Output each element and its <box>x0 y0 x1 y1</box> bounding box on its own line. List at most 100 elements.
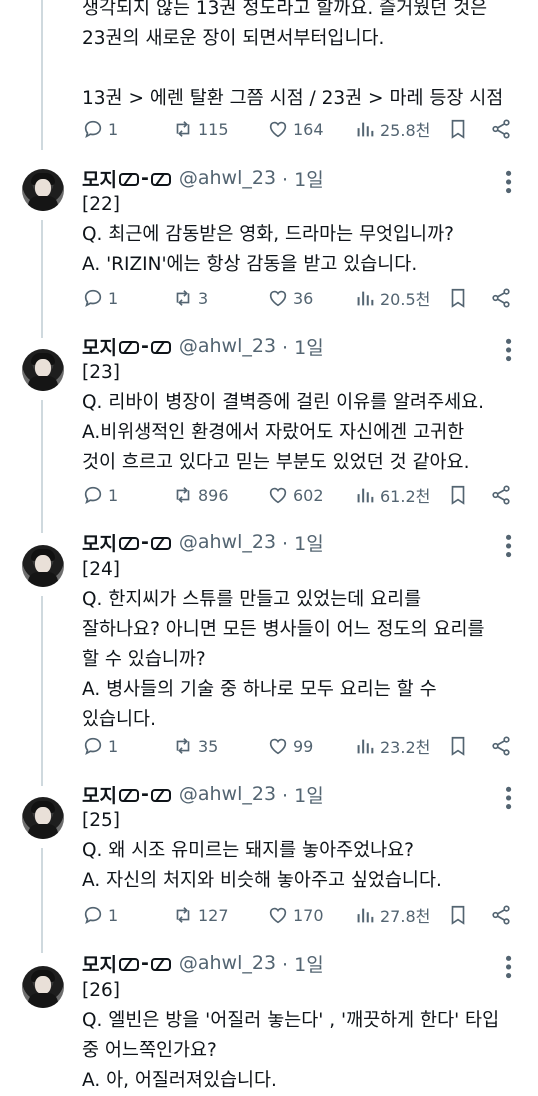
display-name[interactable]: 모지 <box>82 950 117 977</box>
badge-icon <box>150 536 171 550</box>
share-icon <box>492 288 510 308</box>
bookmark-icon <box>451 905 465 925</box>
retweet-icon <box>176 487 190 503</box>
timestamp[interactable]: · 1일 <box>282 950 324 977</box>
bookmark-button[interactable] <box>447 731 469 761</box>
share-button[interactable] <box>490 114 512 144</box>
view-count: 23.2천 <box>380 738 431 757</box>
bookmark-icon <box>451 485 465 505</box>
bookmark-icon <box>451 736 465 756</box>
tweet-text: [22] Q. 최근에 감동받은 영화, 드라마는 무엇입니까? A. 'RIZ… <box>82 194 454 275</box>
thread-line <box>41 220 43 338</box>
retweet-button[interactable]: 127 <box>172 900 229 930</box>
retweet-button[interactable]: 3 <box>172 283 208 313</box>
share-icon <box>492 485 510 505</box>
thread-line <box>41 0 43 150</box>
badge-icon <box>150 172 171 186</box>
tweet-header: 모지 - @ahwl_23 · 1일 <box>82 165 324 191</box>
timestamp[interactable]: · 1일 <box>282 333 324 360</box>
like-button[interactable]: 164 <box>267 114 324 144</box>
retweet-icon <box>176 290 190 306</box>
avatar[interactable] <box>22 545 64 587</box>
views-button[interactable]: 20.5천 <box>354 283 430 313</box>
reply-count: 1 <box>108 288 119 308</box>
badge-icon <box>118 788 139 802</box>
bookmark-button[interactable] <box>447 283 469 313</box>
user-handle[interactable]: @ahwl_23 <box>179 783 276 805</box>
tweet-header: 모지 - @ahwl_23 · 1일 <box>82 950 324 976</box>
avatar[interactable] <box>22 349 64 391</box>
badge-icon <box>118 536 139 550</box>
bookmark-button[interactable] <box>447 480 469 510</box>
reply-button[interactable]: 1 <box>82 900 118 930</box>
views-button[interactable]: 23.2천 <box>354 731 430 761</box>
views-button[interactable]: 25.8천 <box>354 114 430 144</box>
display-name[interactable]: 모지 <box>82 781 117 808</box>
display-name[interactable]: 모지 <box>82 333 117 360</box>
share-button[interactable] <box>490 480 512 510</box>
like-button[interactable]: 170 <box>267 900 324 930</box>
retweet-icon <box>176 121 190 137</box>
timestamp[interactable]: · 1일 <box>282 781 324 808</box>
like-count: 36 <box>293 288 314 308</box>
avatar[interactable] <box>22 169 64 211</box>
badge-icon <box>118 340 139 354</box>
reply-count: 1 <box>108 485 119 505</box>
badge-separator: - <box>140 783 149 805</box>
reply-count: 1 <box>108 736 119 756</box>
retweet-button[interactable]: 115 <box>172 114 229 144</box>
retweet-count: 35 <box>198 736 219 756</box>
bookmark-button[interactable] <box>447 900 469 930</box>
reply-icon <box>84 906 102 925</box>
view-count: 20.5천 <box>380 290 431 309</box>
user-handle[interactable]: @ahwl_23 <box>179 335 276 357</box>
view-count: 27.8천 <box>380 907 431 926</box>
like-button[interactable]: 602 <box>267 480 324 510</box>
reply-button[interactable]: 1 <box>82 480 118 510</box>
retweet-icon <box>176 738 190 754</box>
share-button[interactable] <box>490 731 512 761</box>
user-handle[interactable]: @ahwl_23 <box>179 952 276 974</box>
like-button[interactable]: 36 <box>267 283 313 313</box>
thread-line <box>41 596 43 786</box>
share-button[interactable] <box>490 900 512 930</box>
tweet-text: [24] Q. 한지씨가 스튜를 만들고 있었는데 요리를 잘하나요? 아니면 … <box>82 559 485 730</box>
like-button[interactable]: 99 <box>267 731 313 761</box>
user-handle[interactable]: @ahwl_23 <box>179 167 276 189</box>
avatar[interactable] <box>22 797 64 839</box>
more-options-icon[interactable]: ••• <box>497 532 518 558</box>
heart-icon <box>269 738 287 755</box>
reply-icon <box>84 486 102 505</box>
retweet-icon <box>176 907 190 923</box>
views-button[interactable]: 27.8천 <box>354 900 430 930</box>
share-button[interactable] <box>490 283 512 313</box>
badge-icon <box>118 957 139 971</box>
bookmark-button[interactable] <box>447 114 469 144</box>
views-button[interactable]: 61.2천 <box>354 480 430 510</box>
reply-button[interactable]: 1 <box>82 114 118 144</box>
display-name[interactable]: 모지 <box>82 529 117 556</box>
tweet-header: 모지 - @ahwl_23 · 1일 <box>82 781 324 807</box>
retweet-button[interactable]: 896 <box>172 480 229 510</box>
thread-line <box>41 400 43 533</box>
reply-button[interactable]: 1 <box>82 283 118 313</box>
user-handle[interactable]: @ahwl_23 <box>179 531 276 553</box>
retweet-button[interactable]: 35 <box>172 731 218 761</box>
tweet-actions: 1 3 36 20.5천 <box>82 283 522 313</box>
tweet-text: [25] Q. 왜 시조 유미르는 돼지를 놓아주었나요? A. 자신의 처지와… <box>82 810 442 891</box>
badge-icon <box>150 340 171 354</box>
timestamp[interactable]: · 1일 <box>282 165 324 192</box>
reply-icon <box>84 737 102 756</box>
display-name[interactable]: 모지 <box>82 165 117 192</box>
reply-button[interactable]: 1 <box>82 731 118 761</box>
heart-icon <box>269 290 287 307</box>
tweet-actions: 1 115 164 25.8천 <box>82 114 522 144</box>
timestamp[interactable]: · 1일 <box>282 529 324 556</box>
avatar[interactable] <box>22 966 64 1008</box>
bookmark-icon <box>451 119 465 139</box>
heart-icon <box>269 487 287 504</box>
badge-separator: - <box>140 167 149 189</box>
more-options-icon[interactable]: ••• <box>497 953 518 979</box>
tweet-actions: 1 896 602 61.2천 <box>82 480 522 510</box>
retweet-count: 127 <box>198 905 229 925</box>
